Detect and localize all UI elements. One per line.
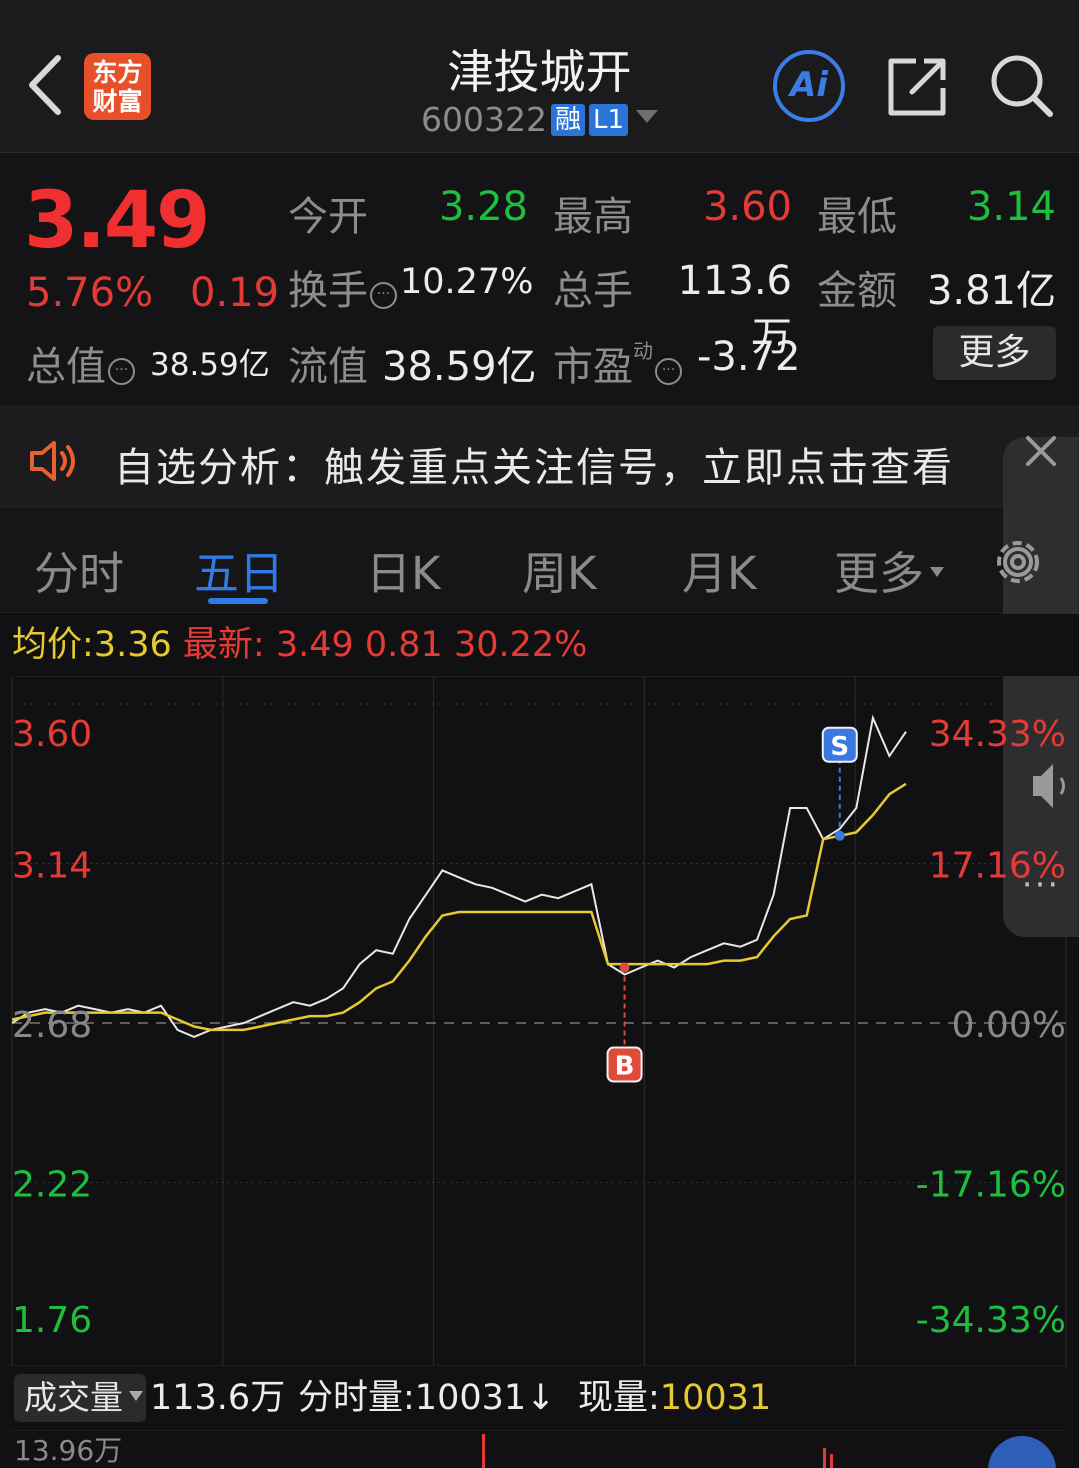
chevron-down-icon	[129, 1391, 143, 1401]
y-axis-left-label: 3.14	[12, 846, 92, 887]
latest-change-percent: 30.22%	[453, 625, 588, 665]
info-icon[interactable]: ···	[108, 358, 135, 385]
info-icon[interactable]: ···	[370, 282, 397, 309]
y-axis-right-label: -34.33%	[916, 1300, 1066, 1341]
volume-axis-max: 13.96万	[14, 1434, 122, 1467]
volume-bar	[482, 1434, 485, 1468]
avg-price-label: 均价:	[12, 625, 94, 665]
latest-label: 最新:	[182, 625, 265, 665]
volume-chart: 13.96万	[12, 1430, 1066, 1468]
high-label: 最高	[553, 194, 633, 240]
tick-volume: 分时量:10031↓	[298, 1366, 555, 1430]
share-icon[interactable]	[886, 56, 948, 118]
y-axis-left-label: 1.76	[12, 1300, 92, 1341]
market-cap-value: 38.59亿	[150, 347, 270, 383]
pe-label[interactable]: 市盈动···	[553, 334, 682, 392]
high-value: 3.60	[702, 184, 792, 230]
ai-assistant-button[interactable]: Ai	[773, 50, 845, 122]
chart-tabs: 分时 五日 日K 周K 月K 更多	[0, 509, 1079, 613]
current-volume: 现量:10031	[578, 1366, 771, 1430]
analysis-banner[interactable]: 自选分析：触发重点关注信号，立即点击查看	[0, 405, 1079, 508]
indicator-selector-label: 成交量	[24, 1378, 123, 1417]
margin-tag: 融	[550, 104, 585, 136]
marker-point	[834, 830, 845, 841]
y-axis-left-label: 2.22	[12, 1165, 92, 1206]
y-axis-right-label: 34.33%	[929, 714, 1066, 755]
pe-superscript: 动	[633, 339, 653, 363]
volume-bar	[823, 1448, 826, 1468]
amount-label: 金额	[817, 268, 897, 314]
gear-icon[interactable]	[990, 534, 1046, 590]
level-tag: L1	[588, 104, 629, 136]
tick-volume-label: 分时量:	[298, 1378, 415, 1418]
float-cap-value: 38.59亿	[382, 344, 537, 390]
chart-frame	[11, 676, 1067, 1366]
y-axis-right-label: -17.16%	[916, 1165, 1066, 1206]
tab-daily-k[interactable]: 日K	[366, 537, 441, 602]
low-label: 最低	[817, 194, 897, 240]
buy-marker-label: B	[615, 1052, 635, 1082]
stock-code: 600322	[420, 100, 547, 139]
change-percent: 5.76%	[26, 270, 154, 316]
more-quote-button[interactable]: 更多	[933, 326, 1056, 380]
latest-change: 0.81	[364, 625, 443, 665]
float-cap-label: 流值	[288, 344, 368, 390]
volume-label: 总手	[553, 268, 633, 314]
search-icon[interactable]	[988, 52, 1054, 118]
quote-panel: 3.49 5.76% 0.19 今开 3.28 最高 3.60 最低 3.14 …	[0, 154, 1079, 404]
y-axis-right-label: 0.00%	[952, 1005, 1066, 1046]
chart-summary-row: 均价:3.36 最新: 3.49 0.81 30.22%	[0, 614, 1079, 676]
latest-value: 3.49	[275, 625, 354, 665]
turnover-label[interactable]: 换手 ···	[288, 258, 397, 316]
chart-grid	[11, 676, 1067, 1366]
five-day-price-chart[interactable]: 3.60 3.14 2.68 2.22 1.76 34.33% 17.16% 0.00% -1…	[0, 676, 1079, 1366]
tab-five-day[interactable]: 五日	[194, 537, 284, 602]
amount-value: 3.81亿	[926, 268, 1056, 314]
open-label: 今开	[288, 194, 368, 240]
trade-markers: BS	[606, 726, 858, 1083]
pe-value: -3.72	[697, 334, 801, 380]
y-axis-right-labels: 34.33% 17.16% 0.00% -17.16% -34.33%	[916, 714, 1066, 1341]
tab-weekly-k[interactable]: 周K	[522, 537, 597, 602]
float-action-button[interactable]	[988, 1436, 1056, 1468]
turnover-label-text: 换手	[288, 268, 368, 314]
banner-text: 自选分析：触发重点关注信号，立即点击查看	[114, 445, 954, 491]
tick-volume-value: 10031↓	[414, 1378, 556, 1418]
market-cap-label[interactable]: 总值 ···	[26, 334, 135, 392]
close-icon[interactable]	[1008, 430, 1078, 510]
y-axis-left-label: 2.68	[12, 1005, 92, 1046]
tab-more-label: 更多	[834, 547, 925, 600]
total-volume: 113.6万	[150, 1378, 286, 1418]
low-value: 3.14	[966, 184, 1056, 230]
active-tab-indicator	[208, 598, 268, 604]
volume-summary-row: 113.6万 分时量:10031↓ 现量:10031	[0, 1366, 1079, 1430]
pe-label-text: 市盈	[553, 344, 633, 390]
indicator-selector[interactable]: 成交量	[14, 1374, 146, 1422]
average-price-line	[11, 782, 907, 1032]
chevron-down-icon	[636, 110, 659, 123]
current-volume-label: 现量:	[578, 1378, 660, 1418]
change-amount: 0.19	[190, 270, 280, 316]
current-price: 3.49	[24, 176, 210, 266]
market-cap-label-text: 总值	[26, 344, 106, 390]
volume-bar	[830, 1454, 833, 1468]
info-icon[interactable]: ···	[655, 358, 682, 385]
tab-intraday[interactable]: 分时	[34, 537, 124, 602]
speaker-icon	[30, 441, 75, 481]
current-volume-value: 10031	[659, 1378, 772, 1418]
turnover-value: 10.27%	[400, 262, 534, 302]
marker-point	[619, 962, 630, 973]
sell-marker-label: S	[830, 732, 849, 762]
tab-more[interactable]: 更多	[834, 537, 945, 602]
avg-price-value: 3.36	[93, 625, 172, 665]
price-line	[11, 714, 907, 1038]
tab-monthly-k[interactable]: 月K	[682, 537, 757, 602]
y-axis-left-label: 3.60	[12, 714, 92, 755]
chevron-down-icon	[930, 567, 945, 577]
y-axis-right-label: 17.16%	[929, 846, 1066, 887]
open-value: 3.28	[438, 184, 528, 230]
y-axis-left-labels: 3.60 3.14 2.68 2.22 1.76	[12, 714, 92, 1341]
